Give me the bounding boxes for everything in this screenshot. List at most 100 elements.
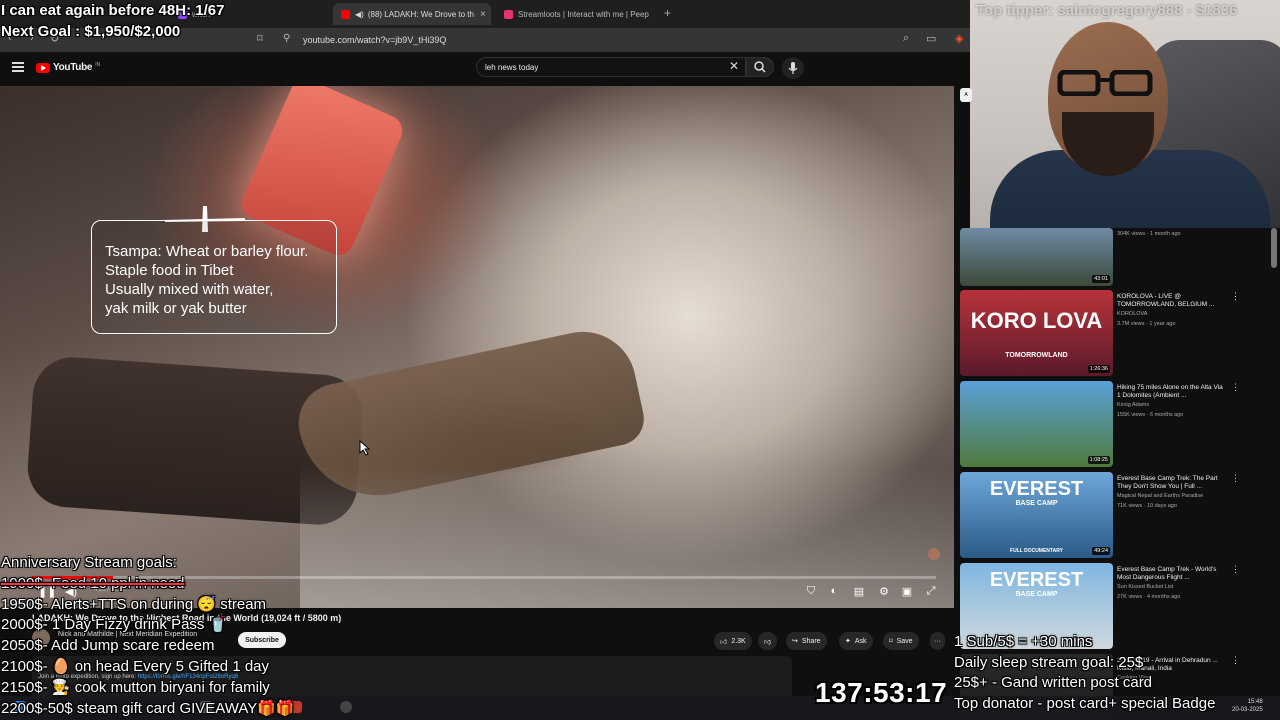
browser-tab-youtube[interactable]: ◀) (88) LADAKH: We Drove to th × (333, 3, 491, 25)
recommendation-channel[interactable]: KOROLOVA (1117, 311, 1147, 317)
url-field[interactable]: ⚲ youtube.com/watch?v=jb9V_tHi39Q (275, 31, 935, 49)
recommendation-title[interactable]: Everest Base Camp Trek - World's Most Da… (1117, 566, 1225, 582)
more-options-icon[interactable]: ⋮ (1231, 564, 1240, 575)
recommendation-meta: 27K views · 4 months ago (1117, 594, 1181, 600)
recommendation-thumbnail[interactable]: 1:08:25 (960, 381, 1113, 467)
search-input[interactable]: leh news today (476, 57, 746, 77)
caption-line: yak milk or yak butter (105, 300, 247, 317)
eat-again-counter: I can eat again before 48H: 1/67 (1, 2, 225, 19)
youtube-logo-text: YouTube (53, 62, 93, 73)
video-duration: 43:01 (1092, 275, 1110, 283)
video-duration: 49:24 (1092, 547, 1110, 555)
search-button[interactable] (746, 57, 774, 77)
goal-item: 2050$- Add Jump scare redeem (1, 636, 295, 657)
menu-icon[interactable] (12, 62, 24, 72)
goals-title: Anniversary Stream goals: (1, 554, 177, 571)
captions-icon[interactable]: ▤ (850, 585, 868, 599)
share-button[interactable]: ↪ Share (786, 632, 827, 650)
more-actions-button[interactable]: ··· (930, 632, 945, 650)
new-tab-button[interactable]: + (664, 6, 671, 20)
share-label: Share (801, 637, 821, 645)
site-info-icon[interactable]: ⚲ (283, 33, 290, 44)
sidebar-scrollbar[interactable] (1271, 228, 1277, 268)
zoom-icon[interactable]: ⌕ (903, 32, 909, 45)
goal-item: 2150$- 🧑‍🍳 cook mutton biryani for famil… (1, 678, 295, 699)
dislike-button[interactable]: 👎︎ (758, 632, 778, 650)
bookmark-icon: ⌑ (889, 638, 893, 645)
thumbnail-title: EVEREST (989, 569, 1084, 591)
screen: witch ◀) (88) LADAKH: We Drove to th × S… (0, 0, 1280, 720)
recommendation-channel[interactable]: Sun Kissed Bucket List (1117, 584, 1173, 590)
youtube-header: YouTube IN leh news today ✕ (0, 52, 970, 86)
mouse-cursor-icon (359, 440, 371, 456)
goals-list: 1900$- Feed 10 ppl in need 1950$- Alerts+… (1, 574, 295, 720)
ask-button[interactable]: ✦ Ask (839, 632, 873, 650)
goal-item: 2200$-50$ steam gift card GIVEAWAY🎁🎁 (1, 699, 295, 720)
voice-search-button[interactable] (782, 57, 804, 79)
more-options-icon[interactable]: ⋮ (1231, 473, 1240, 484)
taskbar-time: 15:48 (1247, 699, 1263, 705)
tab-close-icon[interactable]: × (474, 9, 486, 20)
goal-text: 1950$- Alerts+TTS on during 😴 stream (1, 595, 267, 613)
tab-label: Streamloots | Interact with me | Peep (518, 9, 649, 19)
autoplay-toggle-icon[interactable]: ◐ (825, 585, 843, 599)
thumbs-up-icon: 👍︎ (720, 638, 728, 646)
goal-item: 2000$- 1 Day Fizzy drink Pass 🥤 (1, 615, 295, 636)
speaker-icon: ◀) (355, 9, 364, 19)
sidebar-chip[interactable]: A (960, 88, 972, 102)
taskbar-app-icon[interactable] (340, 701, 352, 713)
subathon-timer: 137:53:17 (815, 677, 948, 708)
thumbnail-title: KORO LOVA (970, 308, 1103, 333)
youtube-country-code: IN (95, 61, 101, 68)
taskbar-date: 20-03-2025 (1232, 707, 1263, 713)
url-text: youtube.com/watch?v=jb9V_tHi39Q (303, 35, 447, 45)
brave-shield-icon[interactable]: ◈ (955, 32, 963, 45)
recommendation-title[interactable]: Everest Base Camp Trek: The Part They Do… (1117, 475, 1225, 491)
recommendation-title[interactable]: KOROLOVA - LIVE @ TOMORROWLAND, BELGIUM … (1117, 293, 1225, 309)
recommendation-meta: 3.7M views · 1 year ago (1117, 321, 1176, 327)
caption-line: Tsampa: Wheat or barley flour. (105, 243, 309, 260)
more-options-icon[interactable]: ⋮ (1231, 655, 1240, 666)
sub-rule-line: 1 Sub/5$ = +30 mins (954, 633, 1093, 650)
goal-item: 2100$- 🥚 on head Every 5 Gifted 1 day (1, 657, 295, 678)
recommendation-title[interactable]: Hiking 75 miles Alone on the Alta Via 1 … (1117, 384, 1225, 400)
shield-icon[interactable]: ⛉ (802, 585, 820, 599)
more-options-icon[interactable]: ⋮ (1231, 291, 1240, 302)
search-clear-icon[interactable]: ✕ (729, 59, 739, 73)
browser-tab-streamloots[interactable]: Streamloots | Interact with me | Peep × (496, 3, 654, 25)
save-button[interactable]: ⌑ Save (883, 632, 919, 650)
recommendation-thumbnail[interactable]: KORO LOVA TOMORROWLAND 1:26:36 (960, 290, 1113, 376)
anniversary-goals-panel: Anniversary Stream goals: 1900$- Feed 10… (1, 553, 295, 719)
search-icon (754, 61, 766, 73)
channel-watermark-icon[interactable] (928, 548, 940, 560)
youtube-logo[interactable]: YouTube IN (36, 62, 100, 73)
tab-close-icon[interactable]: × (649, 9, 654, 20)
recommendation-channel[interactable]: Magical Nepal and Earths Paradise (1117, 493, 1203, 499)
settings-gear-icon[interactable]: ⚙ (875, 585, 893, 599)
share-icon: ↪ (792, 638, 798, 645)
thumbnail-footer: FULL DOCUMENTARY (1010, 548, 1063, 554)
caption-line: Usually mixed with water, (105, 281, 274, 298)
youtube-favicon-icon (341, 9, 350, 19)
top-tipper-text: Top tipper: saintogregory888 - $1836 (976, 2, 1238, 19)
caption-line: Staple food in Tibet (105, 262, 234, 279)
fullscreen-icon[interactable]: ⤢ (922, 585, 940, 599)
more-icon: ··· (934, 637, 941, 645)
video-player[interactable]: Tsampa: Wheat or barley flour. Staple fo… (0, 86, 954, 608)
like-button[interactable]: 👍︎ 2.3K (714, 632, 752, 650)
tab-label: (88) LADAKH: We Drove to th (367, 9, 474, 19)
more-options-icon[interactable]: ⋮ (1231, 382, 1240, 393)
recommendation-thumbnail[interactable]: 43:01 (960, 228, 1113, 286)
bookmark-icon[interactable]: ⌑ (257, 32, 263, 45)
goal-text: 2050$- Add Jump scare redeem (1, 637, 215, 655)
recommendation-channel[interactable]: Kirsig Adams (1117, 402, 1149, 408)
miniplayer-icon[interactable]: ▣ (898, 585, 916, 599)
cast-icon[interactable]: ▭ (926, 32, 936, 45)
save-label: Save (896, 637, 913, 645)
goal-item: 1950$- Alerts+TTS on during 😴 stream (1, 595, 295, 616)
thumbnail-subtitle: BASE CAMP (1015, 591, 1058, 598)
webcam-overlay (970, 0, 1280, 228)
recommendation-thumbnail[interactable]: EVEREST BASE CAMP FULL DOCUMENTARY 49:24 (960, 472, 1113, 558)
thumbnail-title: EVEREST (989, 478, 1084, 500)
subathon-rules-panel: 1 Sub/5$ = +30 mins Daily sleep stream g… (954, 632, 1215, 714)
